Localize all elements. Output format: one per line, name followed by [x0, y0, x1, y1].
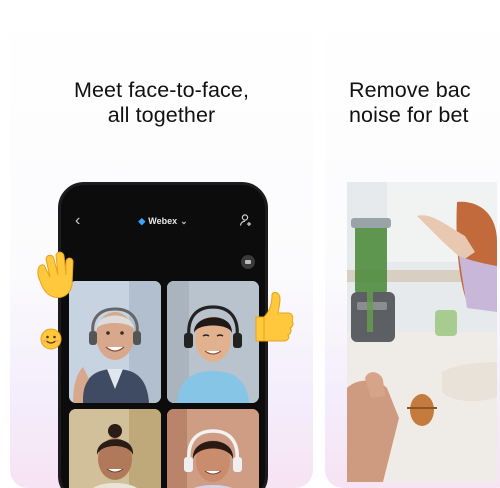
person-add-icon[interactable] [239, 213, 253, 227]
meeting-title[interactable]: ◆ Webex ⌄ [61, 216, 265, 227]
headline-line-2: noise for bet [349, 103, 469, 127]
kitchen-scene-image [347, 182, 497, 482]
card-headline: Meet face-to-face, all together [10, 78, 313, 128]
card-headline: Remove bac noise for bet [349, 78, 471, 128]
waving-hand-icon [37, 251, 74, 298]
camera-toggle-icon[interactable] [241, 255, 255, 269]
headline-line-2: all together [107, 103, 216, 127]
participant-video-tile[interactable] [167, 281, 259, 403]
thumbs-up-icon [255, 291, 294, 342]
webex-logo-icon: ◆ [138, 216, 146, 226]
participant-avatar [167, 281, 259, 403]
chevron-down-icon: ⌄ [180, 216, 188, 226]
participant-video-tile[interactable] [69, 281, 161, 403]
kitchen-photo [347, 182, 497, 482]
participant-video-tile[interactable] [167, 409, 259, 488]
participant-avatar [69, 409, 161, 488]
screenshot-card-meet: Meet face-to-face, all together ‹ ◆ Webex… [10, 8, 313, 488]
phone-mockup: ‹ ◆ Webex ⌄ [58, 182, 268, 488]
smiling-face-icon [40, 328, 62, 350]
headline-line-1: Remove bac [349, 78, 471, 102]
participant-avatar [69, 281, 161, 403]
brand-name: Webex [148, 216, 178, 226]
participant-avatar [167, 409, 259, 488]
headline-line-1: Meet face-to-face, [73, 78, 250, 102]
participant-video-tile[interactable] [69, 409, 161, 488]
meeting-header: ‹ ◆ Webex ⌄ [61, 213, 265, 233]
